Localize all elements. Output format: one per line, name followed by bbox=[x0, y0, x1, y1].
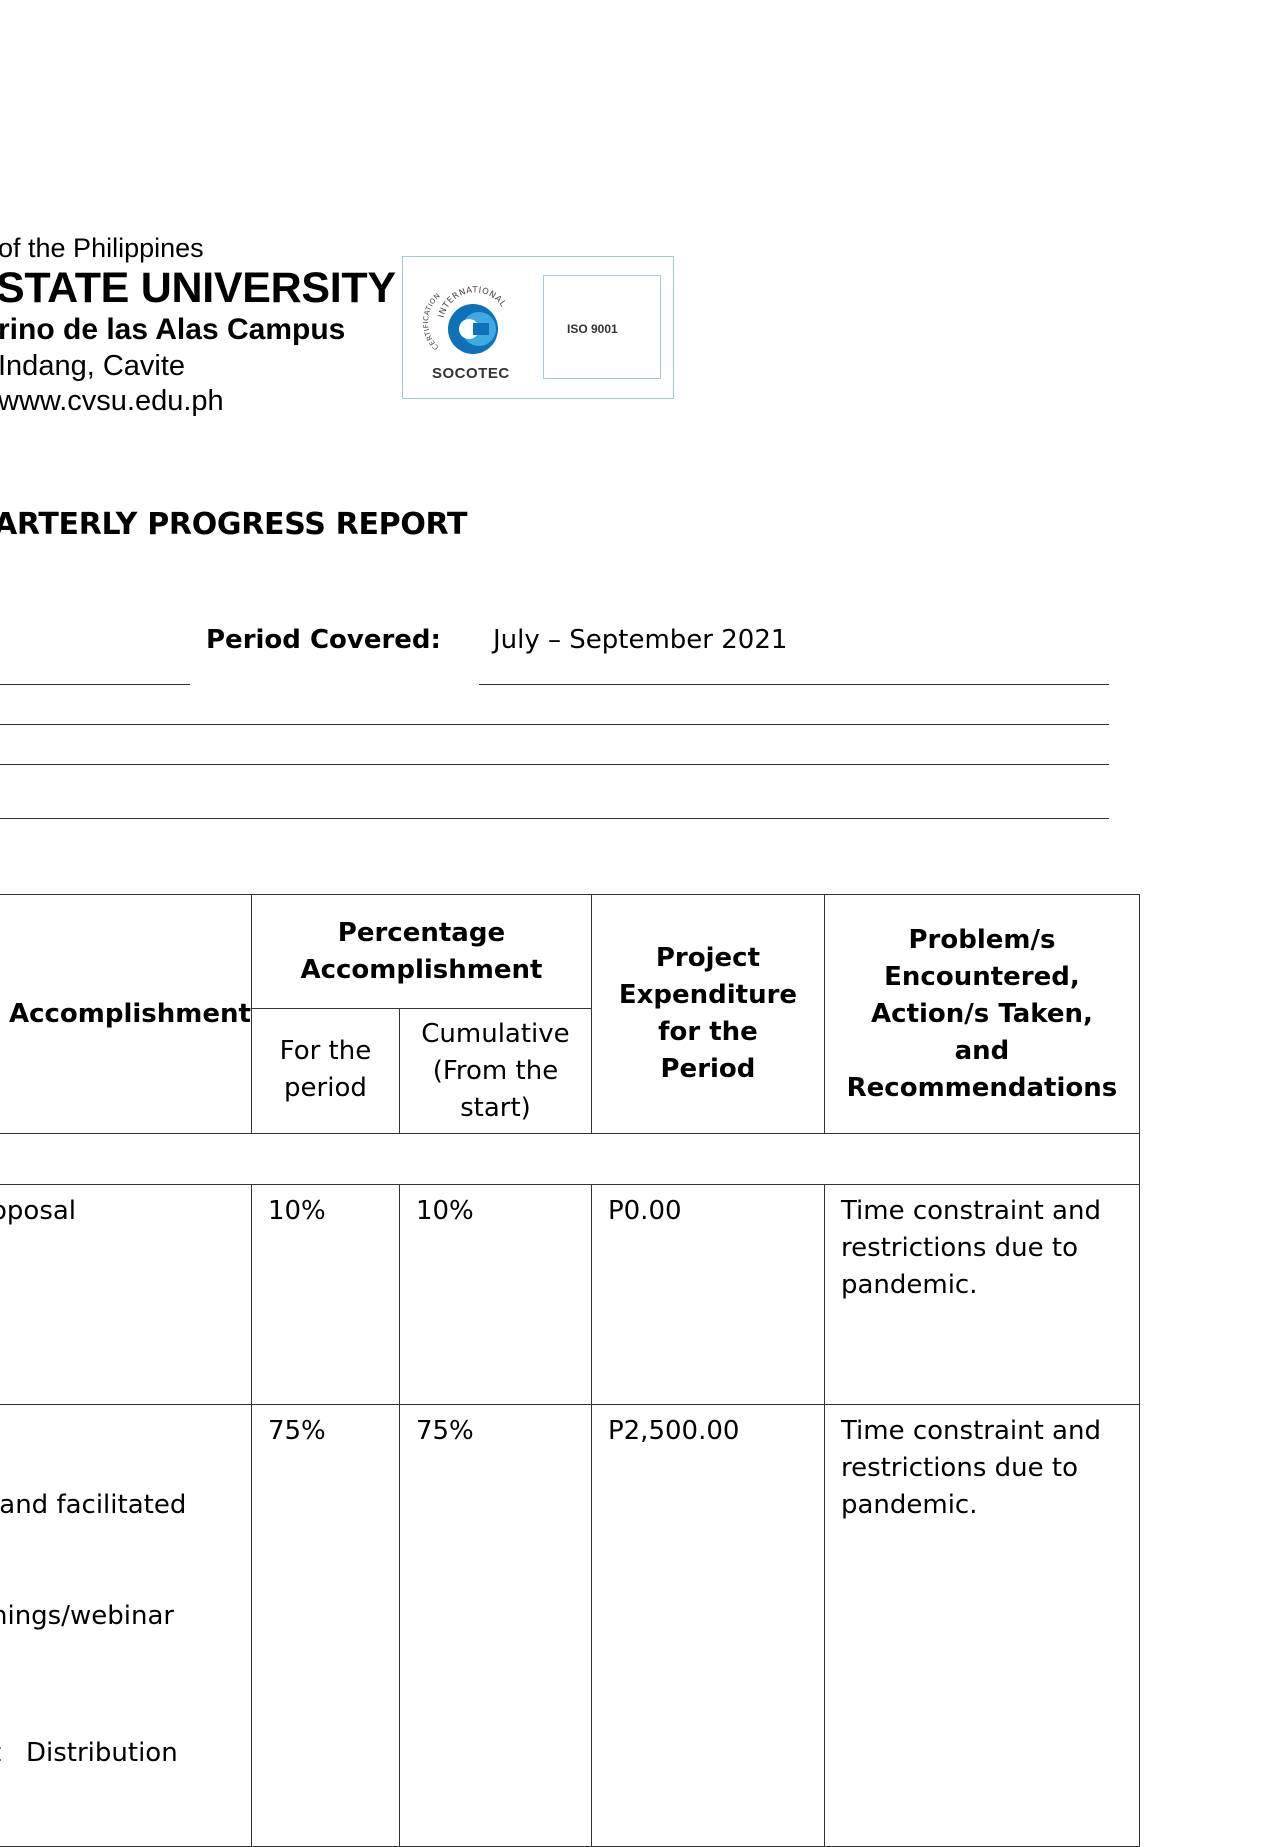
socotec-iso-certification-logo: INTERNATIONAL CERTIFICATION ISO 9001 SOC… bbox=[402, 256, 674, 399]
form-line-3 bbox=[0, 764, 1109, 765]
arc-text-left: CERTIFICATION bbox=[422, 292, 442, 352]
cell-accomplishment: oposal bbox=[0, 1184, 252, 1405]
table-row: oposal 10% 10% P0.00 Time constraint and… bbox=[0, 1184, 1140, 1405]
progress-table: l Accomplishment Percentage Accomplishme… bbox=[0, 894, 1140, 1847]
cell-cumulative: 10% bbox=[398, 1184, 592, 1405]
header-website: www.cvsu.edu.ph bbox=[0, 385, 224, 417]
cell-problems: Time constraint and restrictions due to … bbox=[823, 1404, 1140, 1847]
period-covered-label: Period Covered: bbox=[206, 625, 441, 655]
header-university-name: STATE UNIVERSITY bbox=[0, 264, 396, 312]
header-for-the-period: For the period bbox=[250, 1008, 400, 1134]
cell-expenditure: P0.00 bbox=[590, 1184, 825, 1405]
cell-for-period: 10% bbox=[250, 1184, 400, 1405]
header-percentage-accomplishment: Percentage Accomplishment bbox=[250, 894, 592, 1009]
header-country-line: of the Philippines bbox=[0, 233, 204, 263]
cell-for-period: 75% bbox=[250, 1404, 400, 1847]
form-line-left bbox=[0, 684, 190, 685]
cell-expenditure: P2,500.00 bbox=[590, 1404, 825, 1847]
socotec-brand-label: SOCOTEC bbox=[432, 365, 510, 382]
cell-problems: Time constraint and restrictions due to … bbox=[823, 1184, 1140, 1405]
form-line-4 bbox=[0, 818, 1109, 819]
header-problems-encountered: Problem/s Encountered, Action/s Taken, a… bbox=[823, 894, 1140, 1134]
report-title: ARTERLY PROGRESS REPORT bbox=[0, 507, 468, 542]
form-line-2 bbox=[0, 724, 1109, 725]
iso-standard-label: ISO 9001 bbox=[567, 322, 618, 336]
period-covered-value: July – September 2021 bbox=[493, 625, 788, 655]
form-line-period bbox=[479, 684, 1109, 685]
header-cumulative: Cumulative (From the start) bbox=[398, 1008, 592, 1134]
header-accomplishment: l Accomplishment bbox=[0, 894, 252, 1134]
header-address: Indang, Cavite bbox=[0, 350, 186, 382]
cell-cumulative: 75% bbox=[398, 1404, 592, 1847]
table-row: and facilitated nings/webinar t Distribu… bbox=[0, 1404, 1140, 1847]
header-project-expenditure: Project Expenditure for the Period bbox=[590, 894, 825, 1134]
table-row-spacer bbox=[0, 1133, 1140, 1185]
header-campus-name: rino de las Alas Campus bbox=[0, 313, 346, 346]
cell-accomplishment: and facilitated nings/webinar t Distribu… bbox=[0, 1404, 252, 1847]
